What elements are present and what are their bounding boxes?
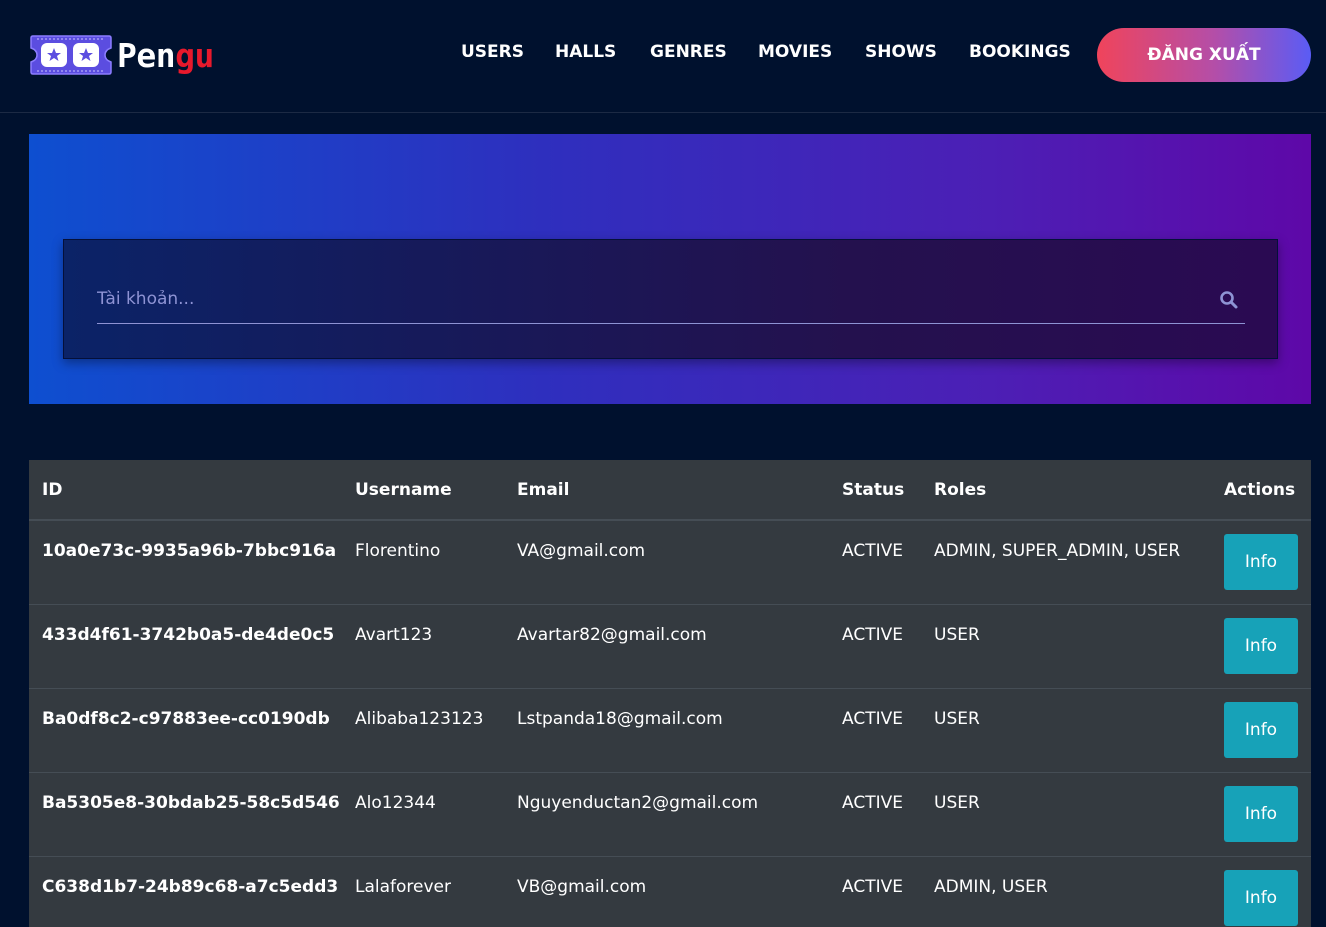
column-header-email: Email — [517, 479, 570, 500]
brand-name-part2: gu — [175, 35, 214, 75]
column-header-actions: Actions — [1224, 479, 1296, 500]
cell-id: 433d4f61-3742b0a5-de4de0c5 — [42, 624, 335, 645]
column-header-id: ID — [42, 479, 63, 500]
cell-actions: Info — [1211, 688, 1311, 772]
search-icon[interactable] — [1219, 290, 1239, 310]
table-row: Ba0df8c2-c97883ee-cc0190db Alibaba123123… — [29, 688, 1311, 772]
table-row: 433d4f61-3742b0a5-de4de0c5 Avart123 Avar… — [29, 604, 1311, 688]
cell-username: Florentino — [355, 541, 441, 561]
column-header-roles: Roles — [934, 479, 987, 500]
top-navbar: Pengu USERS HALLS GENRES MOVIES SHOWS BO… — [0, 0, 1326, 113]
cell-id: 10a0e73c-9935a96b-7bbc916a — [42, 541, 337, 561]
cell-status: ACTIVE — [842, 708, 903, 729]
cell-roles: ADMIN, USER — [934, 876, 1048, 897]
nav-link-movies[interactable]: MOVIES — [758, 42, 832, 62]
column-header-username: Username — [355, 479, 452, 500]
cell-roles: ADMIN, SUPER_ADMIN, USER — [934, 541, 1181, 561]
cell-status: ACTIVE — [842, 876, 903, 897]
cell-email: VB@gmail.com — [517, 876, 647, 897]
table-row: Ba5305e8-30bdab25-58c5d546 Alo12344 Nguy… — [29, 772, 1311, 856]
logout-button[interactable]: ĐĂNG XUẤT — [1097, 28, 1311, 82]
table-row: C638d1b7-24b89c68-a7c5edd3 Lalaforever V… — [29, 856, 1311, 927]
nav-link-users[interactable]: USERS — [461, 42, 524, 62]
cell-actions: Info — [1211, 856, 1311, 927]
search-banner — [29, 134, 1311, 404]
cell-roles: USER — [934, 708, 980, 729]
brand-name: Pengu — [117, 36, 214, 75]
cell-username: Lalaforever — [355, 876, 451, 897]
cell-email: Lstpanda18@gmail.com — [517, 708, 723, 729]
cell-username: Avart123 — [355, 624, 433, 645]
brand-name-part1: Pen — [117, 35, 176, 75]
cell-status: ACTIVE — [842, 541, 903, 561]
brand-logo[interactable]: Pengu — [29, 33, 214, 77]
search-panel — [63, 239, 1278, 359]
column-header-status: Status — [842, 479, 905, 500]
cell-status: ACTIVE — [842, 624, 903, 645]
info-button[interactable]: Info — [1224, 534, 1298, 590]
info-button[interactable]: Info — [1224, 617, 1298, 674]
cell-id: C638d1b7-24b89c68-a7c5edd3 — [42, 876, 339, 897]
nav-link-genres[interactable]: GENRES — [650, 42, 727, 62]
nav-link-shows[interactable]: SHOWS — [865, 42, 937, 62]
cell-actions: Info — [1211, 772, 1311, 856]
cell-email: Nguyenductan2@gmail.com — [517, 792, 759, 813]
search-input[interactable] — [97, 284, 1197, 314]
cell-actions: Info — [1211, 604, 1311, 688]
info-button[interactable]: Info — [1224, 785, 1298, 842]
cell-roles: USER — [934, 624, 980, 645]
cell-username: Alo12344 — [355, 792, 436, 813]
cell-id: Ba5305e8-30bdab25-58c5d546 — [42, 792, 340, 813]
cell-email: VA@gmail.com — [517, 541, 646, 561]
nav-link-bookings[interactable]: BOOKINGS — [969, 42, 1071, 62]
cell-id: Ba0df8c2-c97883ee-cc0190db — [42, 708, 330, 729]
ticket-logo-icon — [30, 35, 112, 75]
cell-actions: Info — [1211, 520, 1311, 604]
cell-email: Avartar82@gmail.com — [517, 624, 707, 645]
nav-link-halls[interactable]: HALLS — [555, 42, 616, 62]
users-table-container: ID Username Email Status Roles Actions 1… — [29, 460, 1311, 927]
info-button[interactable]: Info — [1224, 869, 1298, 926]
cell-status: ACTIVE — [842, 792, 903, 813]
users-table: ID Username Email Status Roles Actions 1… — [29, 460, 1311, 927]
search-underline — [97, 323, 1245, 324]
info-button[interactable]: Info — [1224, 701, 1298, 758]
table-row: 10a0e73c-9935a96b-7bbc916a Florentino VA… — [29, 520, 1311, 604]
cell-username: Alibaba123123 — [355, 708, 484, 729]
table-header-row: ID Username Email Status Roles Actions — [29, 460, 1311, 520]
cell-roles: USER — [934, 792, 980, 813]
